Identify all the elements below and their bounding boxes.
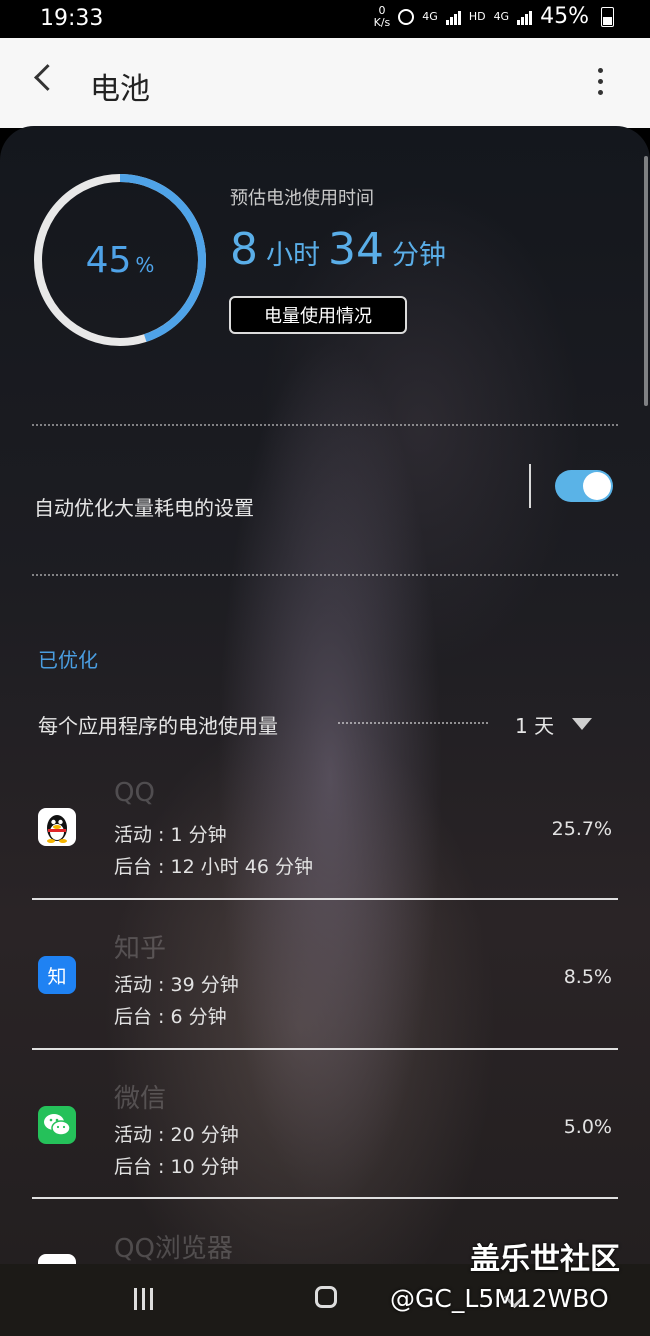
- estimate-hours-unit: 小时: [266, 240, 320, 271]
- estimate-hours: 8: [230, 224, 258, 275]
- battery-percent-unit: %: [135, 253, 155, 277]
- estimate-minutes: 34: [328, 224, 384, 275]
- zhihu-app-icon: 知: [38, 956, 76, 994]
- row-divider: [32, 1048, 618, 1050]
- app-background-time: 后台 : 12 小时 46 分钟: [114, 856, 313, 878]
- app-name: 知乎: [114, 934, 167, 964]
- app-name: QQ浏览器: [114, 1234, 233, 1264]
- divider: [32, 574, 618, 576]
- app-usage-percent: 8.5%: [563, 966, 612, 988]
- signal-icon-2: [517, 9, 533, 25]
- status-time: 19:33: [40, 6, 104, 31]
- scrollbar[interactable]: [644, 156, 648, 406]
- per-app-usage-label: 每个应用程序的电池使用量: [38, 714, 278, 738]
- qq-app-icon: [38, 808, 76, 846]
- wechat-bubbles-icon: [44, 1114, 71, 1136]
- app-row-zhihu[interactable]: 知 知乎 活动 : 39 分钟 后台 : 6 分钟 8.5%: [0, 916, 650, 1066]
- chevron-down-icon[interactable]: [572, 718, 592, 730]
- signal-icon: [445, 9, 461, 25]
- divider: [32, 424, 618, 426]
- signal-4g-label: 4G: [422, 9, 438, 23]
- vertical-divider: [529, 464, 531, 508]
- status-icons: 0 K/s 4G HD 4G 45%: [374, 4, 614, 29]
- watermark-main: 盖乐世社区: [470, 1242, 620, 1277]
- per-app-dots: [338, 722, 488, 724]
- back-icon[interactable]: [34, 64, 61, 91]
- row-divider: [32, 1197, 618, 1199]
- app-bar: 电池: [0, 38, 650, 128]
- hd-label: HD: [468, 9, 486, 23]
- app-usage-percent: 25.7%: [551, 818, 612, 840]
- app-row-wechat[interactable]: 微信 活动 : 20 分钟 后台 : 10 分钟 5.0%: [0, 1066, 650, 1216]
- estimate-label: 预估电池使用时间: [230, 188, 374, 209]
- app-active-time: 活动 : 20 分钟: [114, 1124, 239, 1146]
- battery-card: 45 % 预估电池使用时间 8 小时 34 分钟 电量使用情况 自动优化大量耗电…: [0, 126, 650, 1264]
- app-active-time: 活动 : 1 分钟: [114, 824, 227, 846]
- optimize-title-faded: [34, 456, 42, 484]
- signal-4g-label-2: 4G: [493, 9, 510, 23]
- power-mode-value[interactable]: 已优化: [38, 644, 98, 673]
- battery-percent-display: 45 %: [32, 172, 208, 348]
- app-background-time: 后台 : 10 分钟: [114, 1156, 239, 1178]
- app-row-qq[interactable]: QQ 活动 : 1 分钟 后台 : 12 小时 46 分钟 25.7%: [0, 766, 650, 916]
- page-title: 电池: [90, 72, 150, 107]
- battery-percent-status: 45%: [540, 4, 589, 29]
- qq-browser-app-icon: [38, 1254, 76, 1264]
- home-icon[interactable]: [315, 1286, 337, 1308]
- network-speed: 0 K/s: [373, 3, 391, 29]
- battery-usage-button[interactable]: 电量使用情况: [229, 296, 407, 334]
- optimize-subtitle: 自动优化大量耗电的设置: [34, 496, 254, 520]
- recent-apps-icon[interactable]: [134, 1288, 153, 1310]
- estimate-time: 8 小时 34 分钟: [230, 224, 454, 275]
- optimize-toggle[interactable]: [555, 470, 613, 502]
- qq-penguin-icon: [47, 815, 67, 843]
- battery-percent-value: 45: [85, 239, 132, 281]
- app-background-time: 后台 : 6 分钟: [114, 1006, 227, 1028]
- toggle-knob: [583, 472, 611, 500]
- status-bar: 19:33 0 K/s 4G HD 4G 45%: [0, 0, 650, 38]
- estimate-minutes-unit: 分钟: [392, 240, 446, 271]
- more-options-icon[interactable]: [598, 68, 604, 101]
- wechat-app-icon: [38, 1106, 76, 1144]
- period-select[interactable]: 1 天: [515, 710, 554, 739]
- app-name: 微信: [114, 1084, 167, 1114]
- app-name: QQ: [114, 778, 155, 808]
- app-active-time: 活动 : 39 分钟: [114, 974, 239, 996]
- row-divider: [32, 898, 618, 900]
- watermark-sub: @GC_L5M12WBO: [390, 1284, 609, 1313]
- app-usage-percent: 5.0%: [563, 1116, 612, 1138]
- battery-icon: [601, 6, 614, 27]
- alarm-icon: [398, 8, 415, 25]
